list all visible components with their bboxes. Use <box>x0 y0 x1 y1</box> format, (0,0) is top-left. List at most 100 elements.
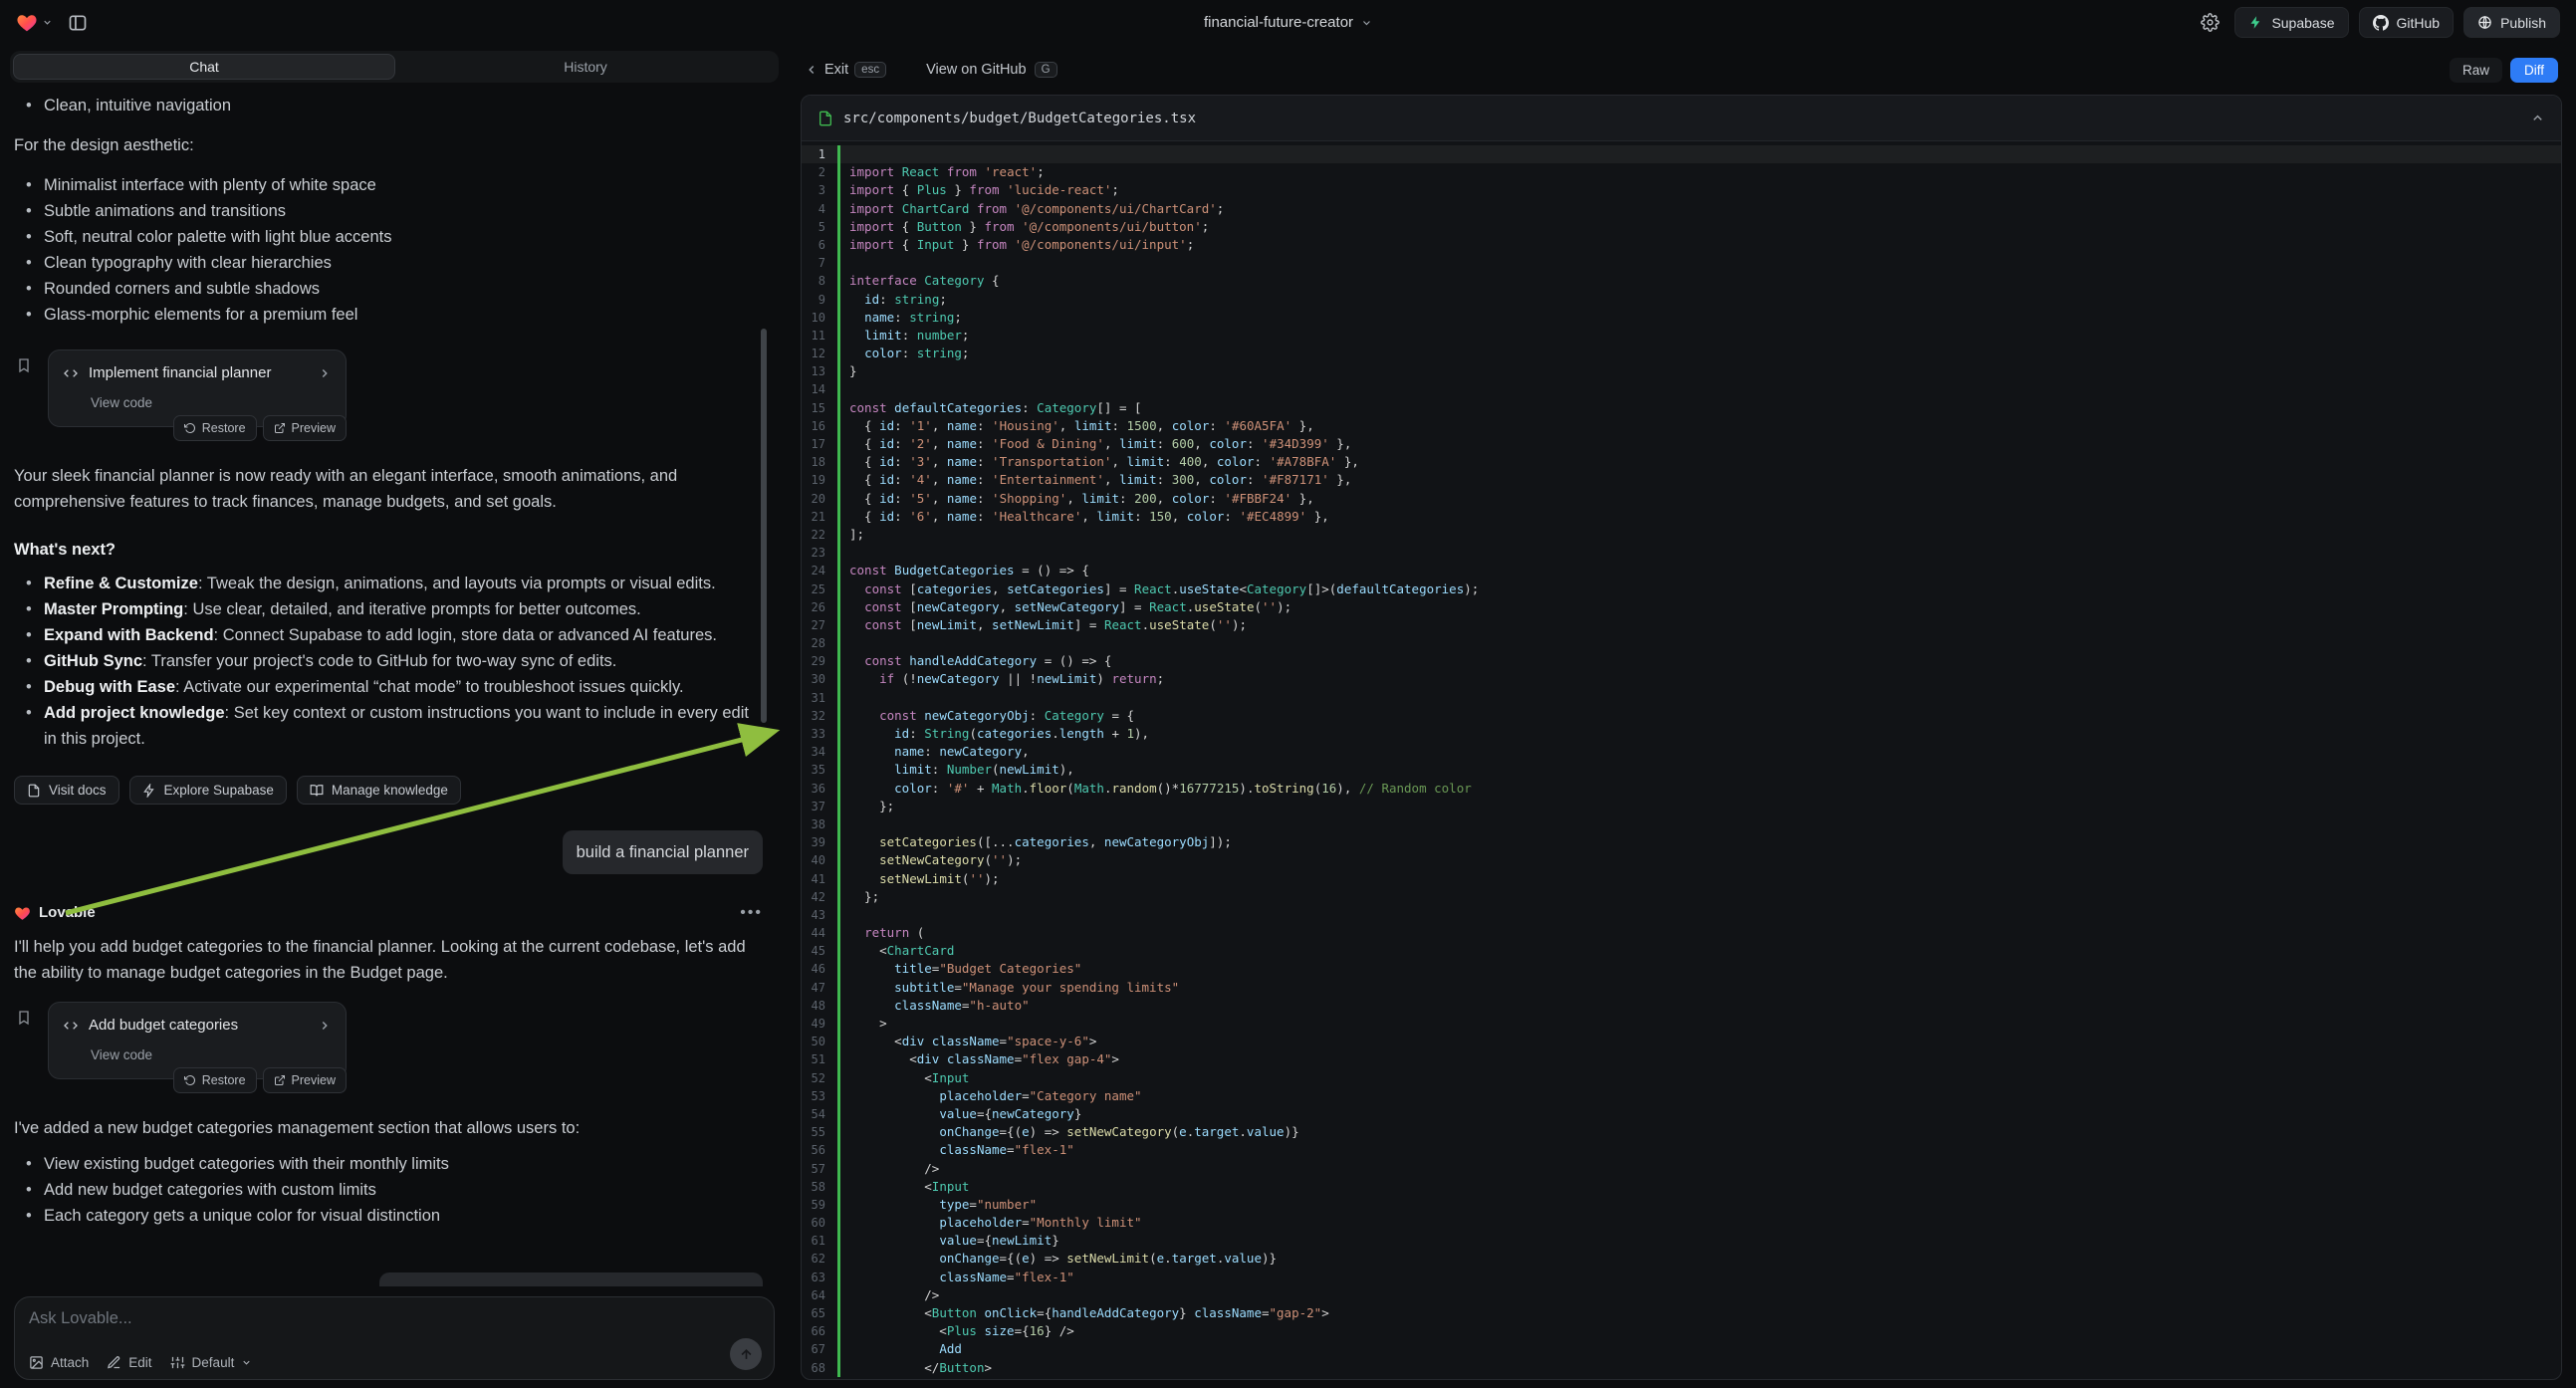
code-line: 23 <box>802 544 2561 562</box>
code-line: 63 className="flex-1" <box>802 1269 2561 1286</box>
publish-label: Publish <box>2500 15 2546 31</box>
lovable-logo-menu[interactable] <box>16 12 53 34</box>
chevron-right-icon <box>318 366 332 380</box>
code-line: 52 <Input <box>802 1069 2561 1087</box>
chat-panel: Chat History Clean, intuitive navigation… <box>0 45 789 1388</box>
sidebar-toggle-button[interactable] <box>63 8 93 38</box>
code-line: 1 <box>802 145 2561 163</box>
tab-history[interactable]: History <box>395 54 776 80</box>
file-header[interactable]: src/components/budget/BudgetCategories.t… <box>802 96 2561 141</box>
code-line: 13} <box>802 362 2561 380</box>
list-item: Rounded corners and subtle shadows <box>14 276 763 302</box>
code-line: 2import React from 'react'; <box>802 163 2561 181</box>
globe-icon <box>2477 15 2492 30</box>
github-button[interactable]: GitHub <box>2359 7 2455 38</box>
external-link-icon <box>274 422 286 434</box>
publish-button[interactable]: Publish <box>2463 7 2560 38</box>
list-item: Debug with Ease: Activate our experiment… <box>14 674 763 700</box>
bookmark-icon[interactable] <box>16 1010 32 1026</box>
visit-docs-button[interactable]: Visit docs <box>14 776 119 805</box>
code-line: 25 const [categories, setCategories] = R… <box>802 580 2561 598</box>
code-line: 12 color: string; <box>802 345 2561 362</box>
chevron-up-icon[interactable] <box>2530 111 2545 125</box>
code-line: 26 const [newCategory, setNewCategory] =… <box>802 598 2561 616</box>
view-code-link[interactable]: View code <box>91 1042 332 1068</box>
code-line: 55 onChange={(e) => setNewCategory(e.tar… <box>802 1123 2561 1141</box>
assistant-header: Lovable ••• <box>14 900 763 926</box>
supabase-button[interactable]: Supabase <box>2234 7 2348 38</box>
project-switcher[interactable]: financial-future-creator <box>1204 0 1372 45</box>
code-line: 54 value={newCategory} <box>802 1105 2561 1123</box>
code-line: 48 className="h-auto" <box>802 997 2561 1015</box>
lovable-heart-icon <box>14 905 31 922</box>
preview-button[interactable]: Preview <box>263 415 347 441</box>
chat-history-tabs: Chat History <box>10 51 779 83</box>
code-toolbar: Exit esc View on GitHub G Raw Diff <box>801 45 2562 95</box>
exit-button[interactable]: Exit esc <box>805 62 886 78</box>
whats-next-heading: What's next? <box>14 537 763 563</box>
code-icon <box>63 365 79 381</box>
code-line: 7 <box>802 254 2561 272</box>
code-line: 40 setNewCategory(''); <box>802 851 2561 869</box>
code-editor[interactable]: 12import React from 'react';3import { Pl… <box>802 141 2561 1379</box>
code-line: 49 > <box>802 1015 2561 1033</box>
arrow-up-icon <box>739 1347 754 1362</box>
github-icon <box>2373 15 2389 31</box>
view-code-link[interactable]: View code <box>91 390 332 416</box>
sliders-icon <box>170 1355 185 1370</box>
code-line: 34 name: newCategory, <box>802 743 2561 761</box>
code-line: 5import { Button } from '@/components/ui… <box>802 218 2561 236</box>
list-item: Add new budget categories with custom li… <box>14 1177 763 1203</box>
pencil-icon <box>107 1355 121 1370</box>
edit-mode-button[interactable]: Edit <box>107 1355 151 1370</box>
code-view-panel: Exit esc View on GitHub G Raw Diff s <box>789 45 2576 1388</box>
restore-icon <box>184 1074 196 1086</box>
project-name: financial-future-creator <box>1204 14 1353 31</box>
code-line: 57 /> <box>802 1160 2561 1178</box>
model-selector[interactable]: Default <box>170 1355 253 1370</box>
diff-toggle-button[interactable]: Diff <box>2510 58 2558 83</box>
send-button[interactable] <box>730 1338 762 1370</box>
code-line: 41 setNewLimit(''); <box>802 870 2561 888</box>
list-item: Subtle animations and transitions <box>14 198 763 224</box>
code-line: 6import { Input } from '@/components/ui/… <box>802 236 2561 254</box>
preview-button[interactable]: Preview <box>263 1067 347 1093</box>
topbar: financial-future-creator Supabase GitHub <box>0 0 2576 45</box>
manage-knowledge-button[interactable]: Manage knowledge <box>297 776 461 805</box>
code-line: 9 id: string; <box>802 291 2561 309</box>
code-line: 28 <box>802 634 2561 652</box>
code-line: 17 { id: '2', name: 'Food & Dining', lim… <box>802 435 2561 453</box>
code-line: 56 className="flex-1" <box>802 1141 2561 1159</box>
file-diff-card: src/components/budget/BudgetCategories.t… <box>801 95 2562 1380</box>
restore-icon <box>184 422 196 434</box>
design-intro-text: For the design aesthetic: <box>14 132 763 158</box>
code-line: 14 <box>802 380 2561 398</box>
tab-chat[interactable]: Chat <box>13 54 395 80</box>
code-line: 4import ChartCard from '@/components/ui/… <box>802 200 2561 218</box>
code-line: 3import { Plus } from 'lucide-react'; <box>802 181 2561 199</box>
view-on-github-button[interactable]: View on GitHub G <box>926 62 1056 78</box>
list-item: Clean typography with clear hierarchies <box>14 250 763 276</box>
bookmark-icon[interactable] <box>16 357 32 373</box>
chevron-left-icon <box>805 63 819 77</box>
attach-button[interactable]: Attach <box>29 1355 89 1370</box>
settings-button[interactable] <box>2195 8 2225 38</box>
explore-supabase-button[interactable]: Explore Supabase <box>129 776 287 805</box>
code-line: 37 }; <box>802 798 2561 815</box>
edit-card-title: Add budget categories <box>89 1013 308 1039</box>
code-icon <box>63 1018 79 1034</box>
code-line: 18 { id: '3', name: 'Transportation', li… <box>802 453 2561 471</box>
chevron-right-icon <box>318 1019 332 1033</box>
restore-button[interactable]: Restore <box>173 1067 257 1093</box>
code-line: 62 onChange={(e) => setNewLimit(e.target… <box>802 1250 2561 1268</box>
restore-button[interactable]: Restore <box>173 415 257 441</box>
raw-toggle-button[interactable]: Raw <box>2450 58 2502 83</box>
supabase-icon <box>142 784 156 798</box>
list-item: Glass-morphic elements for a premium fee… <box>14 302 763 328</box>
list-item: GitHub Sync: Transfer your project's cod… <box>14 648 763 674</box>
message-menu-button[interactable]: ••• <box>740 900 763 926</box>
user-message: build a financial planner <box>563 830 763 874</box>
prompt-input[interactable] <box>29 1309 613 1328</box>
supabase-icon <box>2248 15 2263 30</box>
chat-scrollbar-thumb[interactable] <box>761 329 767 723</box>
